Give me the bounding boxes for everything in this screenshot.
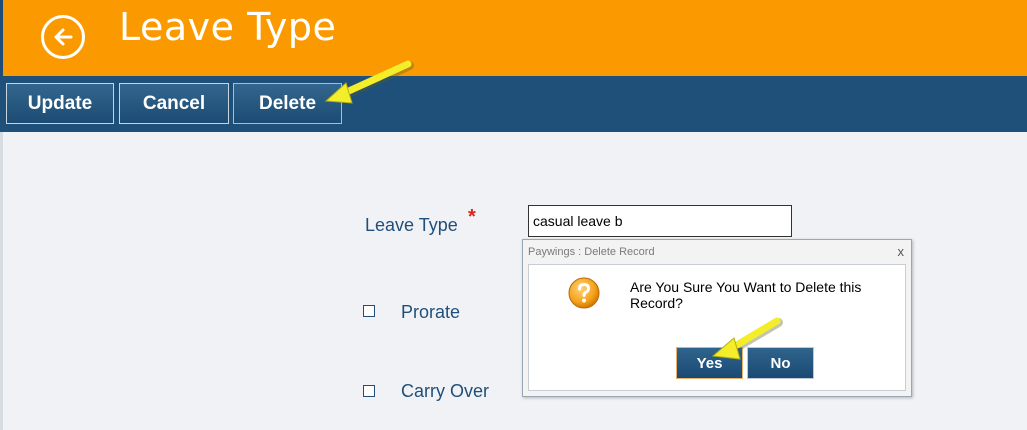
action-toolbar: Update Cancel Delete <box>0 76 1027 132</box>
delete-confirm-dialog: Paywings : Delete Record x Are You Sure … <box>522 239 912 397</box>
dialog-body: Are You Sure You Want to Delete this Rec… <box>528 264 906 391</box>
leave-type-input[interactable] <box>528 205 792 237</box>
no-button[interactable]: No <box>747 347 814 379</box>
yes-button[interactable]: Yes <box>676 347 743 379</box>
back-button[interactable] <box>41 15 85 59</box>
carry-over-checkbox[interactable] <box>363 385 375 397</box>
prorate-checkbox[interactable] <box>363 305 375 317</box>
carry-over-label: Carry Over <box>401 381 490 401</box>
leave-type-label: Leave Type <box>365 215 458 235</box>
dialog-message: Are You Sure You Want to Delete this Rec… <box>630 279 862 311</box>
update-button[interactable]: Update <box>6 83 114 124</box>
cancel-button[interactable]: Cancel <box>119 83 229 124</box>
question-icon <box>568 277 600 309</box>
page-header: Leave Type <box>0 0 1027 76</box>
close-icon[interactable]: x <box>898 244 905 259</box>
dialog-titlebar: Paywings : Delete Record x <box>523 240 911 264</box>
leave-type-page: Leave Type Update Cancel Delete Leave Ty… <box>0 0 1027 430</box>
page-title: Leave Type <box>119 5 337 49</box>
delete-button[interactable]: Delete <box>233 83 342 124</box>
arrow-left-icon <box>54 28 73 46</box>
prorate-label: Prorate <box>401 302 461 322</box>
dialog-title: Paywings : Delete Record <box>528 246 655 258</box>
required-marker: * <box>468 206 476 228</box>
